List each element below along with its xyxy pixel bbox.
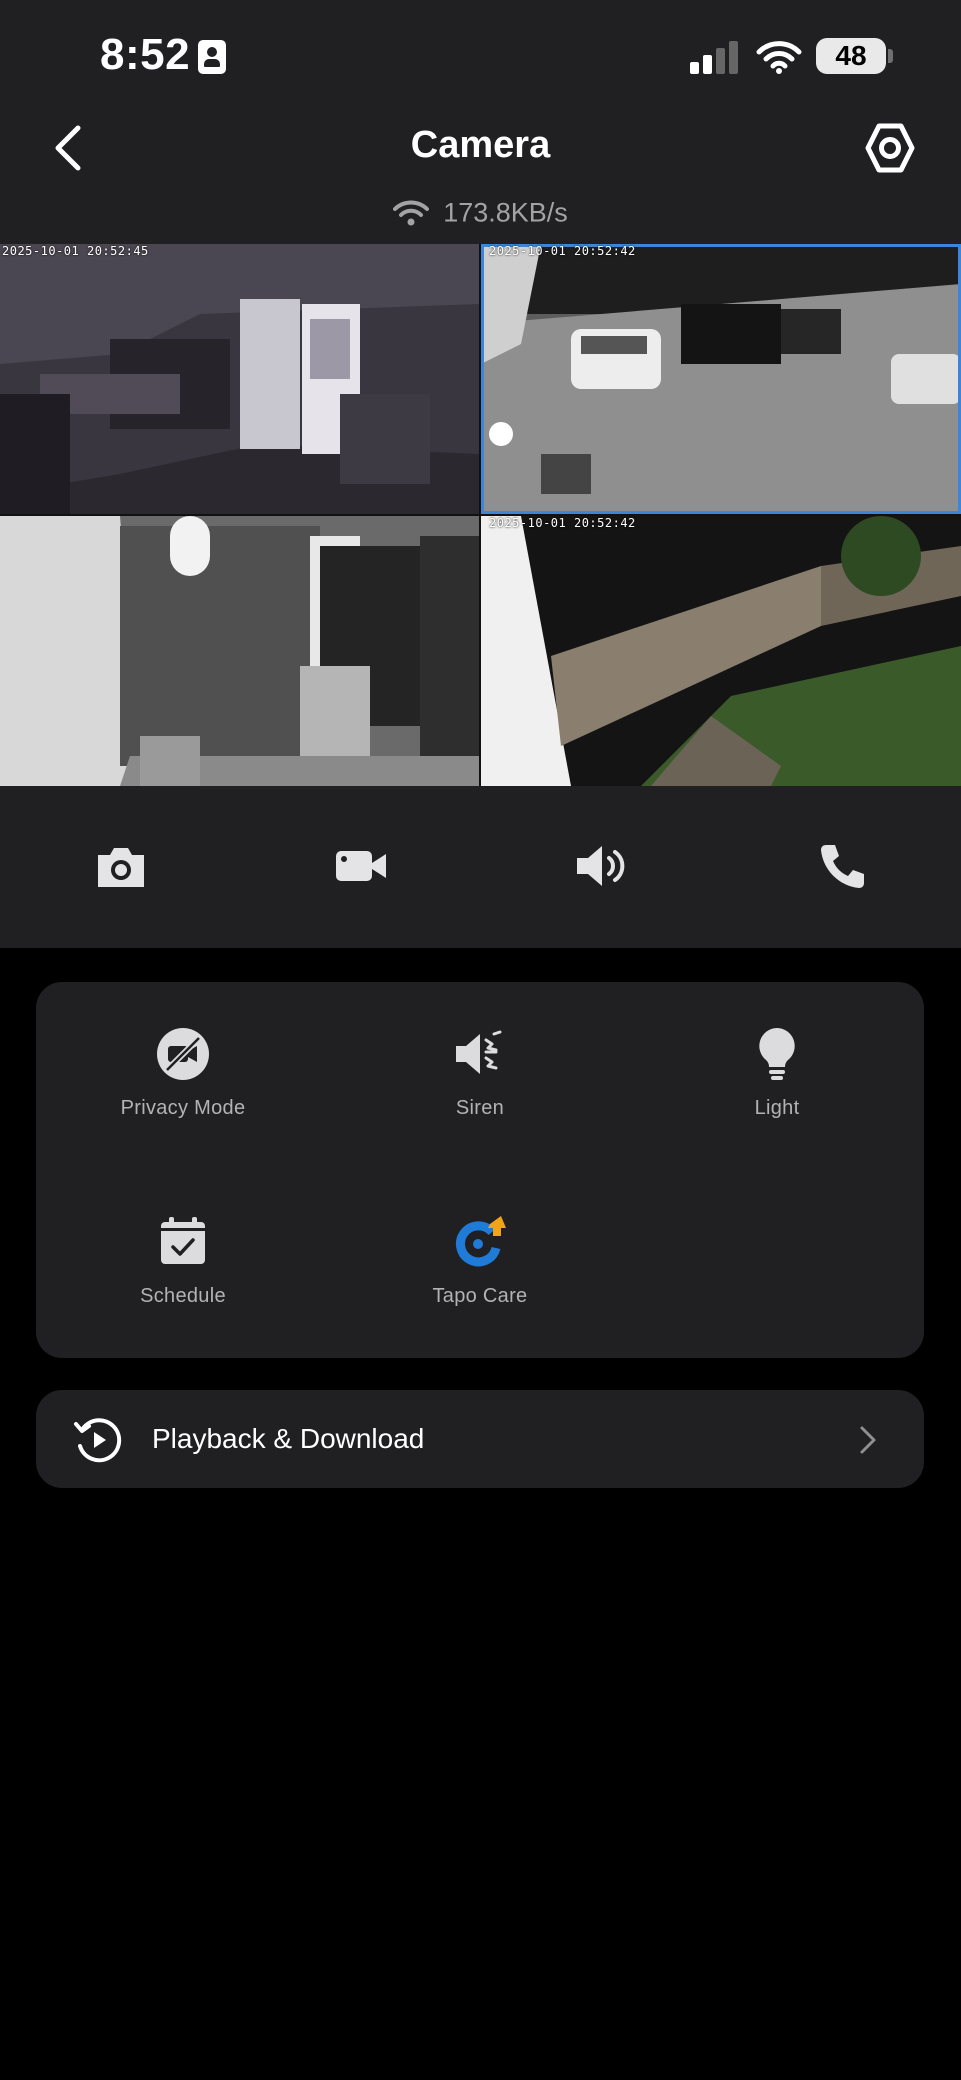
schedule-button[interactable]: Schedule [83,1214,283,1308]
live-controls [0,786,961,948]
status-time: 8:52 [100,30,191,79]
stream-speed: 173.8KB/s [0,196,961,228]
camera-feed-3[interactable] [0,516,479,786]
siren-button[interactable]: Siren [380,1026,580,1120]
wifi-status-icon [756,41,802,74]
camera-feed-4[interactable]: 2025-10-01 20:52:42 [481,516,961,786]
battery-cap [888,49,893,63]
privacy-mode-icon [157,1028,209,1080]
playback-download-row[interactable]: Playback & Download [36,1390,924,1488]
page-title: Camera [410,124,551,166]
chevron-right-icon [860,1426,876,1454]
siren-icon [456,1030,502,1074]
playback-download-label: Playback & Download [152,1423,425,1454]
light-button[interactable]: Light [677,1026,877,1120]
battery-indicator: 48 [816,38,886,74]
tapo-care-icon [456,1216,506,1267]
light-bulb-icon [759,1028,795,1080]
calendar-check-icon [161,1217,205,1264]
contact-card-icon [198,40,226,74]
camera-timestamp-2: 2025-10-01 20:52:42 [489,244,636,258]
schedule-label: Schedule [140,1285,226,1307]
siren-label: Siren [455,1097,505,1119]
snapshot-camera-icon[interactable] [94,841,148,891]
record-video-icon[interactable] [334,841,388,891]
playback-history-icon [74,1418,122,1463]
feature-panel: Privacy Mode Siren Light Schedule Tapo C… [36,982,924,1358]
tapo-care-label: Tapo Care [432,1285,528,1307]
privacy-mode-label: Privacy Mode [120,1097,246,1119]
phone-call-icon[interactable] [816,841,870,891]
light-label: Light [754,1097,800,1119]
stream-speed-value: 173.8KB/s [443,197,568,228]
camera-timestamp-4: 2025-10-01 20:52:42 [489,516,636,530]
camera-timestamp-1: 2025-10-01 20:52:45 [2,244,149,258]
camera-feed-1[interactable]: 2025-10-01 20:52:45 [0,244,479,514]
privacy-mode-button[interactable]: Privacy Mode [83,1026,283,1120]
camera-feed-2[interactable]: 2025-10-01 20:52:42 [481,244,961,514]
settings-gear-icon[interactable] [862,120,918,176]
tapo-care-button[interactable]: Tapo Care [380,1214,580,1308]
wifi-icon [393,200,430,226]
camera-grid: 2025-10-01 20:52:45 2025-10-01 20:52:42 [0,244,961,786]
cellular-signal-icon [690,40,740,74]
speaker-icon[interactable] [574,841,628,891]
